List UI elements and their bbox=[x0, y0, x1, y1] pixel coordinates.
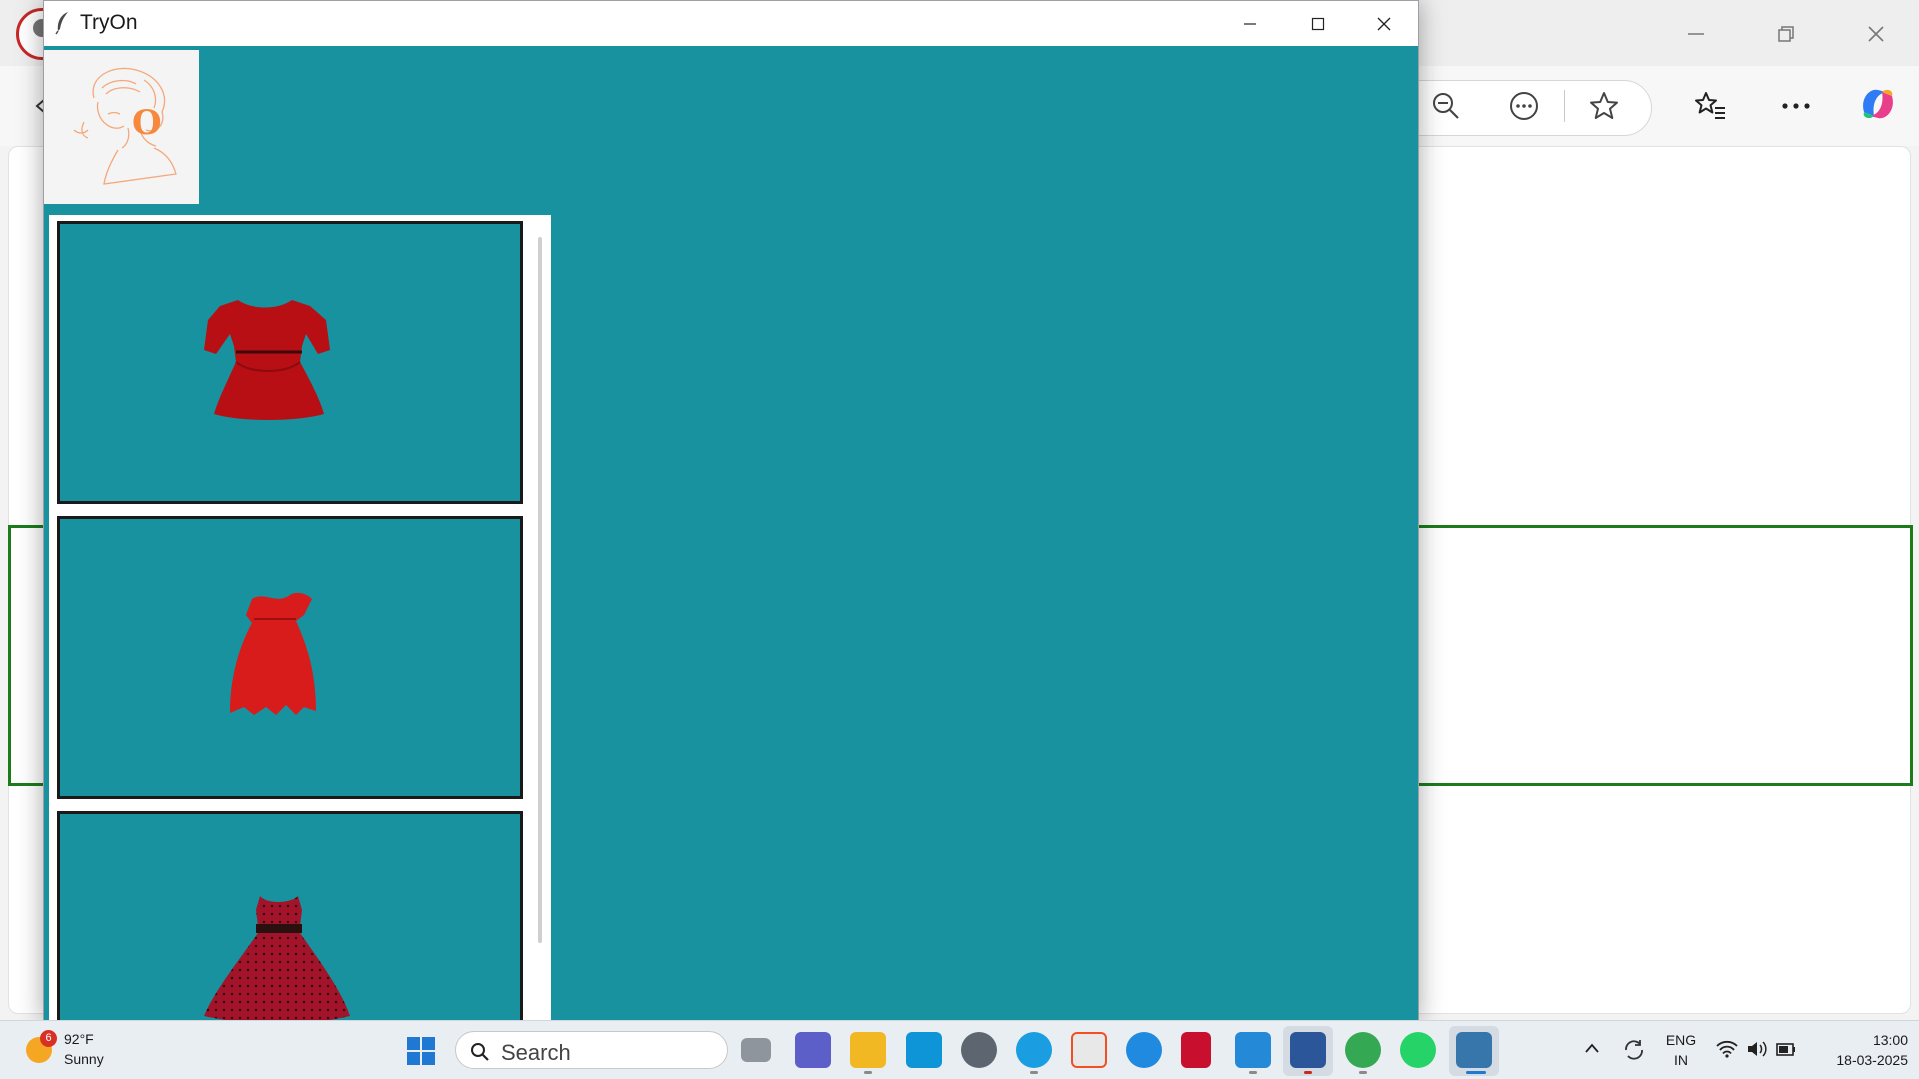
favorites-list-icon[interactable] bbox=[1688, 84, 1732, 128]
app-logo: O bbox=[44, 50, 199, 204]
favorite-star-icon[interactable] bbox=[1582, 84, 1626, 128]
toolbar-divider bbox=[1564, 90, 1565, 122]
region-code[interactable]: IN bbox=[1662, 1052, 1700, 1068]
teams-icon[interactable] bbox=[795, 1032, 831, 1068]
running-indicator bbox=[1359, 1071, 1367, 1074]
word-icon[interactable] bbox=[1290, 1032, 1326, 1068]
mcafee-icon[interactable] bbox=[1181, 1032, 1211, 1068]
running-indicator bbox=[1304, 1071, 1312, 1074]
dress-card-1[interactable] bbox=[57, 221, 523, 504]
wardrobe-panel bbox=[49, 215, 551, 1079]
maximize-icon[interactable] bbox=[1284, 1, 1352, 46]
feather-icon bbox=[55, 12, 68, 35]
close-icon[interactable] bbox=[1856, 14, 1896, 54]
zoom-out-icon[interactable] bbox=[1424, 84, 1468, 128]
chrome-icon[interactable] bbox=[1345, 1032, 1381, 1068]
restore-icon[interactable] bbox=[1766, 14, 1806, 54]
running-indicator bbox=[864, 1071, 872, 1074]
clock-time[interactable]: 13:00 bbox=[1814, 1032, 1908, 1048]
dress-image-1 bbox=[204, 300, 330, 420]
running-indicator bbox=[1249, 1071, 1257, 1074]
weather-badge: 6 bbox=[40, 1030, 57, 1047]
dress-card-2[interactable] bbox=[57, 516, 523, 799]
tryon-window: TryOn O bbox=[43, 0, 1419, 1079]
help-icon[interactable] bbox=[1126, 1032, 1162, 1068]
dress-image-2 bbox=[230, 592, 316, 715]
more-tools-icon[interactable] bbox=[1502, 84, 1546, 128]
sync-icon[interactable] bbox=[1622, 1038, 1646, 1062]
volume-icon[interactable] bbox=[1746, 1040, 1768, 1058]
logo-letter: O bbox=[132, 103, 162, 143]
minimize-icon[interactable] bbox=[1216, 1, 1284, 46]
tryon-titlebar: TryOn bbox=[44, 1, 1418, 46]
language-code[interactable]: ENG bbox=[1662, 1032, 1700, 1048]
clock-icon[interactable] bbox=[961, 1032, 997, 1068]
myhp-icon[interactable] bbox=[906, 1032, 942, 1068]
weather-temperature[interactable]: 92°F bbox=[64, 1031, 94, 1047]
minimize-icon[interactable] bbox=[1676, 14, 1716, 54]
running-indicator bbox=[1030, 1071, 1038, 1074]
clock-date[interactable]: 18-03-2025 bbox=[1814, 1052, 1908, 1068]
copilot-icon[interactable] bbox=[1856, 82, 1900, 126]
running-indicator bbox=[1466, 1071, 1486, 1074]
edge-icon[interactable] bbox=[1016, 1032, 1052, 1068]
search-placeholder: Search bbox=[501, 1040, 571, 1065]
wardrobe-scrollbar[interactable] bbox=[538, 237, 542, 943]
wifi-icon[interactable] bbox=[1716, 1040, 1738, 1058]
close-icon[interactable] bbox=[1350, 1, 1418, 46]
python-icon[interactable] bbox=[1456, 1032, 1492, 1068]
ellipsis-icon[interactable] bbox=[1774, 84, 1818, 128]
taskbar-search[interactable]: Search bbox=[455, 1031, 728, 1069]
chevron-up-icon[interactable] bbox=[1584, 1042, 1600, 1054]
whatsapp-icon[interactable] bbox=[1400, 1032, 1436, 1068]
windows-start-icon[interactable] bbox=[406, 1036, 436, 1066]
file-explorer-icon[interactable] bbox=[850, 1032, 886, 1068]
task-view-icon[interactable] bbox=[741, 1038, 771, 1062]
battery-icon[interactable] bbox=[1776, 1040, 1796, 1058]
vscode-icon[interactable] bbox=[1235, 1032, 1271, 1068]
window-title: TryOn bbox=[80, 11, 138, 34]
store-icon[interactable] bbox=[1071, 1032, 1107, 1068]
weather-description[interactable]: Sunny bbox=[64, 1051, 104, 1067]
search-icon bbox=[471, 1043, 489, 1061]
